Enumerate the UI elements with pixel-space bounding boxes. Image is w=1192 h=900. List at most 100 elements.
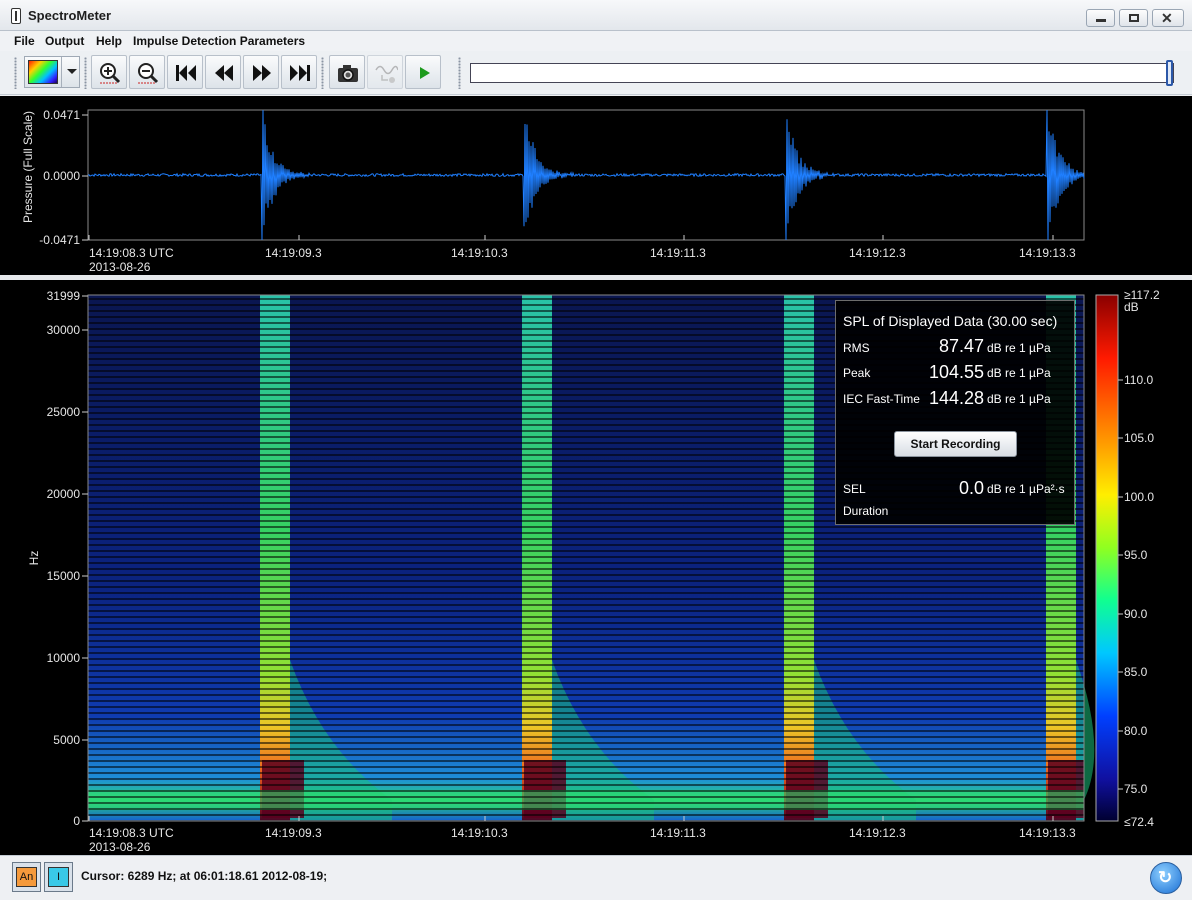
x-tick-label: 14:19:13.3 <box>1019 826 1076 840</box>
app-icon <box>11 8 21 24</box>
menu-output[interactable]: Output <box>45 34 84 48</box>
maximize-button[interactable] <box>1119 9 1148 27</box>
camera-icon <box>338 65 358 82</box>
zoom-in-button[interactable] <box>91 55 127 89</box>
x-tick-label: 14:19:08.3 UTC <box>89 826 174 840</box>
y-tick-label: 15000 <box>47 569 81 583</box>
peak-unit: dB re 1 µPa <box>987 366 1051 380</box>
spectrogram-ylabel: Hz <box>27 551 41 566</box>
colorbar-ticks: ≥117.2dB110.0105.0100.095.090.085.080.07… <box>1118 288 1160 829</box>
y-tick-label: 31999 <box>47 289 81 303</box>
spl-title: SPL of Displayed Data (30.00 sec) <box>843 313 1058 329</box>
sel-value: 0.0 <box>958 478 984 498</box>
chevron-down-icon <box>67 69 77 74</box>
colorbar-tick-label: 80.0 <box>1124 724 1148 738</box>
colorbar-tick-label: ≤72.4 <box>1124 815 1154 829</box>
y-tick-label: 5000 <box>53 733 80 747</box>
spectrogram-y-ticks: 31999 30000 25000 20000 15000 10000 5000 0 <box>47 289 88 828</box>
x-tick-label: 14:19:12.3 <box>849 246 906 260</box>
skip-to-end-icon <box>290 65 310 81</box>
colorbar-tick-label: 105.0 <box>1124 431 1154 445</box>
spl-summary-panel: SPL of Displayed Data (30.00 sec) RMS 87… <box>835 300 1075 525</box>
colormap-dropdown-button[interactable] <box>61 57 80 87</box>
x-tick-label: 14:19:09.3 <box>265 826 322 840</box>
minimize-button[interactable] <box>1086 9 1115 27</box>
annotation-icon: An <box>16 867 37 887</box>
info-icon: I <box>48 867 69 887</box>
y-tick-label: -0.0471 <box>39 233 80 247</box>
colorbar-tick-label: 110.0 <box>1124 373 1153 387</box>
colorbar-tick-label: 100.0 <box>1124 490 1154 504</box>
waveform-chart[interactable]: Pressure (Full Scale) 0.0471 0.0000 -0.047… <box>0 96 1192 275</box>
x-tick-label: 14:19:13.3 <box>1019 246 1076 260</box>
zoom-out-icon <box>138 63 159 84</box>
toolbar-grip[interactable] <box>14 57 17 89</box>
menu-help[interactable]: Help <box>96 34 122 48</box>
y-tick-label: 20000 <box>47 487 81 501</box>
status-bar: An I Cursor: 6289 Hz; at 06:01:18.61 201… <box>0 855 1192 900</box>
toolbar <box>0 51 1192 95</box>
waveform-panel: Pressure (Full Scale) 0.0471 0.0000 -0.047… <box>0 96 1192 275</box>
skip-to-start-icon <box>176 65 196 81</box>
colorbar-tick-label: 85.0 <box>1124 665 1148 679</box>
rms-value: 87.47 <box>938 336 984 356</box>
x-tick-label: 14:19:10.3 <box>451 826 508 840</box>
refresh-button[interactable]: ↻ <box>1150 862 1182 894</box>
play-icon <box>420 67 430 79</box>
toolbar-grip[interactable] <box>84 57 87 89</box>
zoom-out-button[interactable] <box>129 55 165 89</box>
cursor-readout: Cursor: 6289 Hz; at 06:01:18.61 2012-08-… <box>81 869 328 883</box>
zoom-in-icon <box>100 63 121 84</box>
colorbar-tick-label: dB <box>1124 300 1139 314</box>
application-window: SpectroMeter ✕ File Output Help Impulse … <box>0 0 1192 900</box>
y-tick-label: 0 <box>73 814 80 828</box>
impulse-detect-button[interactable] <box>367 55 403 89</box>
rewind-button[interactable] <box>205 55 241 89</box>
start-recording-button[interactable]: Start Recording <box>894 431 1017 457</box>
duration-label: Duration <box>843 504 889 518</box>
x-tick-label: 14:19:08.3 UTC <box>89 246 174 260</box>
menu-file[interactable]: File <box>14 34 35 48</box>
skip-to-end-button[interactable] <box>281 55 317 89</box>
fast-forward-icon <box>253 65 271 81</box>
iec-value: 144.28 <box>928 388 984 408</box>
colorbar-tick-label: 90.0 <box>1124 607 1148 621</box>
playback-position-thumb[interactable] <box>1166 60 1173 86</box>
info-toggle-button[interactable]: I <box>44 862 73 892</box>
colorbar-tick-label: 95.0 <box>1124 548 1148 562</box>
y-tick-label: 0.0000 <box>43 169 80 183</box>
snapshot-button[interactable] <box>329 55 365 89</box>
y-tick-label: 10000 <box>47 651 81 665</box>
iec-unit: dB re 1 µPa <box>987 392 1051 406</box>
play-button[interactable] <box>405 55 441 89</box>
toolbar-grip[interactable] <box>321 57 324 89</box>
title-bar: SpectroMeter ✕ <box>0 0 1192 31</box>
spectrogram-date-label: 2013-08-26 <box>89 840 151 854</box>
sel-unit: dB re 1 µPa²·s <box>987 482 1065 496</box>
minimize-icon <box>1096 19 1106 22</box>
menu-impulse-detection-parameters[interactable]: Impulse Detection Parameters <box>133 34 305 48</box>
annotation-toggle-button[interactable]: An <box>12 862 41 892</box>
y-tick-label: 0.0471 <box>43 108 80 122</box>
colormap-icon <box>28 60 58 84</box>
colorbar <box>1095 294 1119 822</box>
x-tick-label: 14:19:11.3 <box>650 246 706 260</box>
peak-value: 104.55 <box>928 362 984 382</box>
x-tick-label: 14:19:10.3 <box>451 246 508 260</box>
window-title: SpectroMeter <box>28 8 112 23</box>
waveform-date-label: 2013-08-26 <box>89 260 151 274</box>
y-tick-label: 30000 <box>47 323 81 337</box>
close-icon: ✕ <box>1161 10 1173 26</box>
x-tick-label: 14:19:12.3 <box>849 826 906 840</box>
toolbar-grip[interactable] <box>458 57 461 89</box>
fast-forward-button[interactable] <box>243 55 279 89</box>
x-tick-label: 14:19:11.3 <box>650 826 706 840</box>
playback-position-slider[interactable] <box>470 63 1174 83</box>
colormap-selector[interactable] <box>24 56 80 88</box>
skip-to-start-button[interactable] <box>167 55 203 89</box>
close-button[interactable]: ✕ <box>1152 9 1184 27</box>
x-tick-label: 14:19:09.3 <box>265 246 322 260</box>
impulse-waveform-icon <box>375 65 398 83</box>
maximize-icon <box>1129 14 1139 22</box>
y-tick-label: 25000 <box>47 405 81 419</box>
